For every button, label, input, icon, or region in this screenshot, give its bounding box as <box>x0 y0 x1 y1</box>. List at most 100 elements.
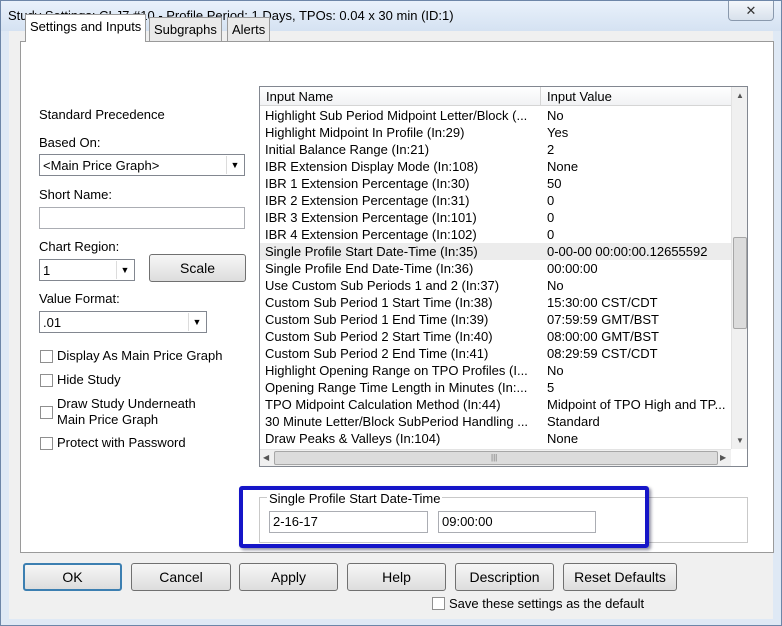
input-value-cell[interactable]: Midpoint of TPO High and TP... <box>547 397 731 412</box>
table-row[interactable]: Custom Sub Period 1 Start Time (In:38) 15… <box>260 294 731 311</box>
tab-settings-and-inputs[interactable]: Settings and Inputs <box>25 14 147 42</box>
column-header-input-value[interactable]: Input Value <box>547 89 612 104</box>
save-default-label: Save these settings as the default <box>449 596 645 611</box>
save-default-checkbox[interactable] <box>432 597 445 610</box>
scroll-down-icon[interactable]: ▼ <box>736 436 744 445</box>
input-value-cell[interactable]: 0 <box>547 227 731 242</box>
scroll-right-icon[interactable]: ▶ <box>720 453 726 462</box>
protect-with-password-label: Protect with Password <box>57 435 186 450</box>
input-value-cell[interactable]: 50 <box>547 176 731 191</box>
vertical-scrollbar[interactable]: ▲ ▼ <box>731 87 747 449</box>
input-value-cell[interactable]: No <box>547 278 731 293</box>
horizontal-scrollbar[interactable]: ◀ ||| ▶ <box>260 449 731 466</box>
table-row[interactable]: Custom Sub Period 2 End Time (In:41) 08:2… <box>260 345 731 362</box>
input-value-cell[interactable]: 07:59:59 GMT/BST <box>547 312 731 327</box>
table-row[interactable]: IBR 4 Extension Percentage (In:102) 0 <box>260 226 731 243</box>
input-value-cell[interactable]: 08:29:59 CST/CDT <box>547 346 731 361</box>
input-name-cell: Custom Sub Period 1 Start Time (In:38) <box>265 295 493 310</box>
based-on-label: Based On: <box>39 135 101 150</box>
input-value-cell[interactable]: 15:30:00 CST/CDT <box>547 295 731 310</box>
input-value-cell[interactable]: 00:00:00 <box>547 261 731 276</box>
chevron-down-icon[interactable]: ▼ <box>188 313 205 331</box>
input-value-cell[interactable]: None <box>547 431 731 446</box>
table-row[interactable]: Single Profile End Date-Time (In:36) 00:0… <box>260 260 731 277</box>
input-value-cell[interactable]: 0 <box>547 210 731 225</box>
protect-with-password-checkbox[interactable] <box>40 437 53 450</box>
table-row[interactable]: Initial Balance Range (In:21) 2 <box>260 141 731 158</box>
highlight-box <box>239 486 649 548</box>
display-as-main-price-graph-checkbox[interactable] <box>40 350 53 363</box>
vertical-scroll-thumb[interactable] <box>733 237 747 329</box>
table-row[interactable]: IBR 3 Extension Percentage (In:101) 0 <box>260 209 731 226</box>
input-name-cell: Single Profile End Date-Time (In:36) <box>265 261 474 276</box>
help-button[interactable]: Help <box>347 563 446 591</box>
tab-alerts[interactable]: Alerts <box>227 17 271 41</box>
value-format-select[interactable]: .01 ▼ <box>39 311 207 333</box>
input-name-cell: Custom Sub Period 1 End Time (In:39) <box>265 312 489 327</box>
grip-icon: ||| <box>491 453 498 462</box>
scroll-left-icon[interactable]: ◀ <box>263 453 269 462</box>
apply-button[interactable]: Apply <box>239 563 338 591</box>
table-row[interactable]: Highlight Sub Period Midpoint Letter/Blo… <box>260 107 731 124</box>
inputs-grid: Input Name Input Value Highlight Sub Per… <box>259 86 748 467</box>
horizontal-scroll-thumb[interactable]: ||| <box>274 451 718 465</box>
table-row[interactable]: Use Custom Sub Periods 1 and 2 (In:37) No <box>260 277 731 294</box>
study-settings-window: Study Settings: CLJ7 #10 - Profile Perio… <box>0 0 782 626</box>
chart-region-select[interactable]: 1 ▼ <box>39 259 135 281</box>
grid-rows: Highlight Sub Period Midpoint Letter/Blo… <box>260 107 731 464</box>
chart-region-label: Chart Region: <box>39 239 120 254</box>
tab-label: Alerts <box>232 22 266 37</box>
input-value-cell[interactable]: 0 <box>547 193 731 208</box>
input-value-cell[interactable]: 5 <box>547 380 731 395</box>
column-header-input-name[interactable]: Input Name <box>266 89 333 104</box>
hide-study-label: Hide Study <box>57 372 121 387</box>
table-row[interactable]: Custom Sub Period 1 End Time (In:39) 07:5… <box>260 311 731 328</box>
column-divider[interactable] <box>540 87 541 106</box>
based-on-select[interactable]: <Main Price Graph> ▼ <box>39 154 245 176</box>
scroll-up-icon[interactable]: ▲ <box>736 91 744 100</box>
value-format-value: .01 <box>43 315 62 330</box>
table-row[interactable]: Custom Sub Period 2 Start Time (In:40) 08… <box>260 328 731 345</box>
draw-study-underneath-checkbox[interactable] <box>40 406 53 419</box>
chevron-down-icon[interactable]: ▼ <box>226 156 243 174</box>
input-value-cell[interactable]: 0-00-00 00:00:00.12655592 <box>547 244 731 259</box>
tab-label: Settings and Inputs <box>30 19 142 34</box>
input-name-cell: Custom Sub Period 2 End Time (In:41) <box>265 346 489 361</box>
input-name-cell: IBR 2 Extension Percentage (In:31) <box>265 193 470 208</box>
scale-button[interactable]: Scale <box>149 254 246 282</box>
reset-defaults-button[interactable]: Reset Defaults <box>563 563 677 591</box>
input-value-cell[interactable]: Standard <box>547 414 731 429</box>
table-row[interactable]: TPO Midpoint Calculation Method (In:44) M… <box>260 396 731 413</box>
input-value-cell[interactable]: No <box>547 108 731 123</box>
table-row[interactable]: Single Profile Start Date-Time (In:35) 0-… <box>260 243 731 260</box>
input-name-cell: IBR 4 Extension Percentage (In:102) <box>265 227 477 242</box>
display-as-main-price-graph-label: Display As Main Price Graph <box>57 348 223 363</box>
tab-label: Subgraphs <box>154 22 217 37</box>
cancel-button[interactable]: Cancel <box>131 563 231 591</box>
table-row[interactable]: IBR 1 Extension Percentage (In:30) 50 <box>260 175 731 192</box>
tab-subgraphs[interactable]: Subgraphs <box>149 17 222 41</box>
hide-study-checkbox[interactable] <box>40 374 53 387</box>
table-row[interactable]: Highlight Opening Range on TPO Profiles … <box>260 362 731 379</box>
table-row[interactable]: IBR Extension Display Mode (In:108) None <box>260 158 731 175</box>
table-row[interactable]: Highlight Midpoint In Profile (In:29) Yes <box>260 124 731 141</box>
ok-button[interactable]: OK <box>23 563 122 591</box>
input-value-cell[interactable]: None <box>547 159 731 174</box>
input-value-cell[interactable]: 08:00:00 GMT/BST <box>547 329 731 344</box>
table-row[interactable]: Draw Peaks & Valleys (In:104) None <box>260 430 731 447</box>
description-button[interactable]: Description <box>455 563 554 591</box>
draw-study-underneath-label: Draw Study Underneath <box>57 396 196 411</box>
table-row[interactable]: 30 Minute Letter/Block SubPeriod Handlin… <box>260 413 731 430</box>
input-value-cell[interactable]: Yes <box>547 125 731 140</box>
table-row[interactable]: Opening Range Time Length in Minutes (In… <box>260 379 731 396</box>
grid-header: Input Name Input Value <box>260 87 731 106</box>
input-name-cell: IBR Extension Display Mode (In:108) <box>265 159 479 174</box>
chevron-down-icon[interactable]: ▼ <box>116 261 133 279</box>
input-name-cell: TPO Midpoint Calculation Method (In:44) <box>265 397 501 412</box>
input-value-cell[interactable]: 2 <box>547 142 731 157</box>
value-format-label: Value Format: <box>39 291 120 306</box>
short-name-input[interactable] <box>39 207 245 229</box>
table-row[interactable]: IBR 2 Extension Percentage (In:31) 0 <box>260 192 731 209</box>
input-value-cell[interactable]: No <box>547 363 731 378</box>
close-button[interactable]: ✕ <box>728 1 774 21</box>
